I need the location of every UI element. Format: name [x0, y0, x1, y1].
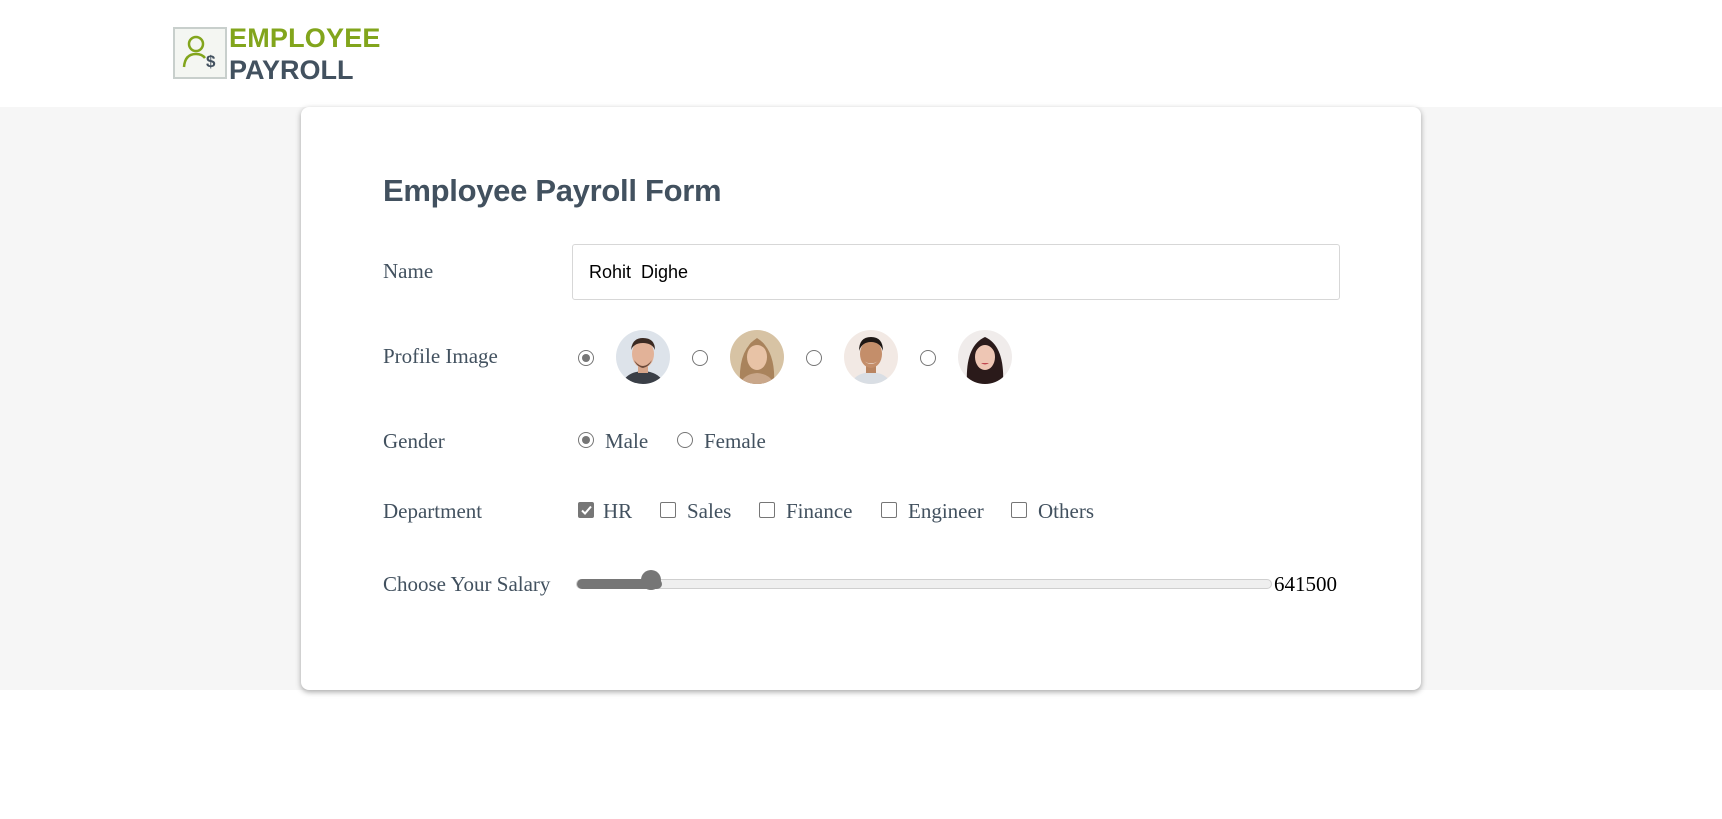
department-label: Department: [383, 499, 483, 523]
profile-image-label: Profile Image: [383, 344, 498, 368]
name-label: Name: [383, 259, 434, 283]
man-avatar-2[interactable]: [844, 330, 898, 384]
department-others-checkbox[interactable]: [1011, 502, 1027, 518]
header: $ EMPLOYEE PAYROLL: [0, 0, 1722, 107]
woman-avatar-2[interactable]: [958, 330, 1012, 384]
user-dollar-icon: $: [173, 27, 227, 79]
department-engineer-checkbox[interactable]: [881, 502, 897, 518]
logo-line2: PAYROLL: [229, 55, 354, 85]
gender-male-label[interactable]: Male: [605, 429, 648, 454]
form-card: Employee Payroll Form Name Rohit Dighe P…: [301, 107, 1421, 690]
name-input-value: Rohit Dighe: [589, 261, 689, 282]
name-input[interactable]: Rohit Dighe: [572, 244, 1340, 300]
salary-value: 641500: [1274, 572, 1337, 596]
profile-radio-2[interactable]: [692, 350, 708, 366]
profile-radio-4[interactable]: [920, 350, 936, 366]
gender-label: Gender: [383, 429, 445, 453]
svg-text:$: $: [206, 52, 216, 71]
form-title: Employee Payroll Form: [383, 173, 722, 208]
department-finance-label[interactable]: Finance: [786, 499, 852, 524]
department-hr-label[interactable]: HR: [603, 499, 632, 524]
logo-text: EMPLOYEE PAYROLL: [229, 22, 381, 86]
woman-avatar-1[interactable]: [730, 330, 784, 384]
man-avatar-1[interactable]: [616, 330, 670, 384]
department-finance-checkbox[interactable]: [759, 502, 775, 518]
logo-line1: EMPLOYEE: [229, 23, 381, 53]
department-sales-label[interactable]: Sales: [687, 499, 731, 524]
gender-male-radio[interactable]: [578, 432, 594, 448]
department-others-label[interactable]: Others: [1038, 499, 1094, 524]
gender-female-label[interactable]: Female: [704, 429, 766, 454]
profile-radio-1[interactable]: [578, 350, 594, 366]
salary-slider-track[interactable]: [576, 579, 1272, 589]
profile-radio-3[interactable]: [806, 350, 822, 366]
salary-label: Choose Your Salary: [383, 572, 551, 596]
app-logo[interactable]: $ EMPLOYEE PAYROLL: [173, 22, 381, 86]
department-sales-checkbox[interactable]: [660, 502, 676, 518]
department-engineer-label[interactable]: Engineer: [908, 499, 984, 524]
department-hr-checkbox[interactable]: [578, 502, 594, 518]
gender-female-radio[interactable]: [677, 432, 693, 448]
